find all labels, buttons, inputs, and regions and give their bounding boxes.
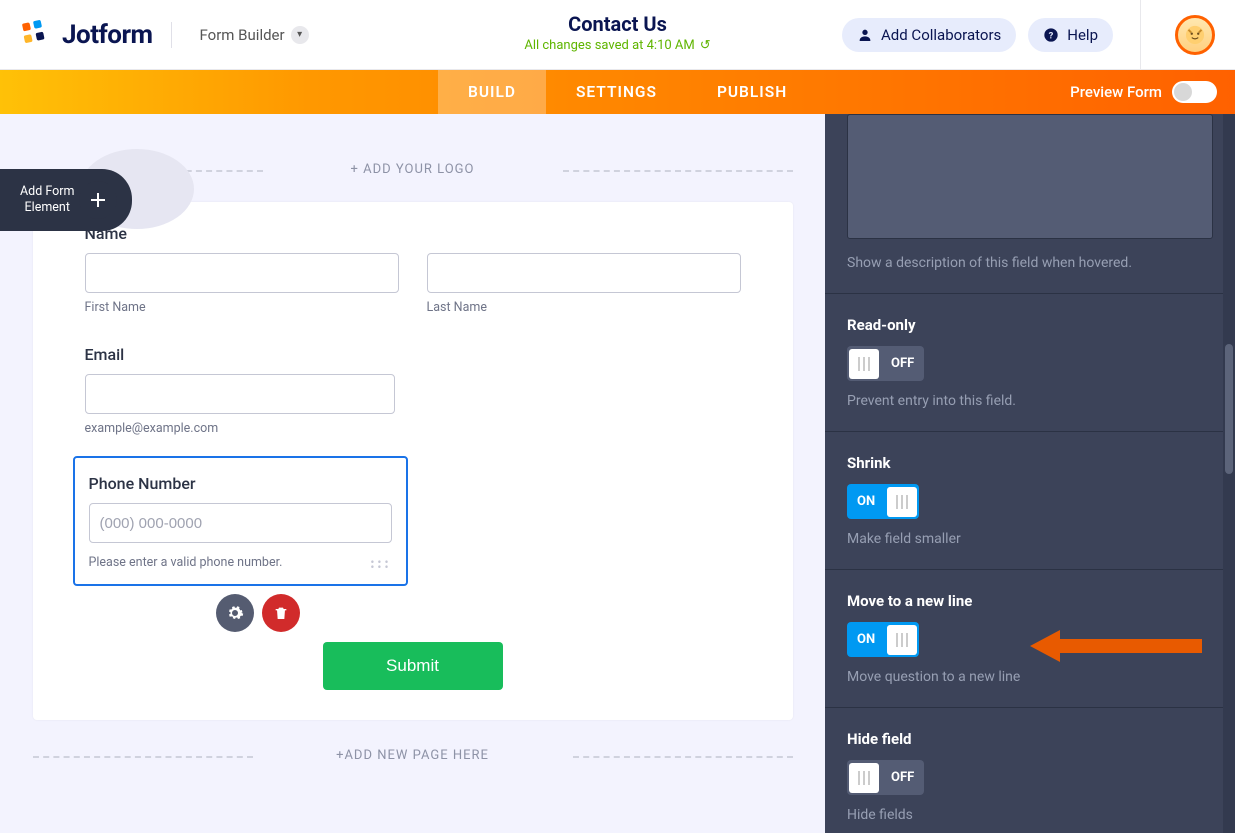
first-name-input[interactable]	[85, 253, 399, 293]
user-icon	[857, 27, 873, 43]
revert-icon[interactable]: ↺	[700, 38, 711, 53]
section-label: Form Builder	[200, 26, 285, 44]
add-elem-text2: Element	[20, 200, 74, 216]
add-form-element-button[interactable]: Add Form Element	[0, 169, 132, 231]
chevron-down-icon: ▾	[291, 26, 309, 44]
help-button[interactable]: ? Help	[1028, 18, 1113, 52]
desc-hint: Show a description of this field when ho…	[847, 255, 1213, 271]
newline-state: ON	[847, 632, 885, 647]
phone-input[interactable]	[89, 503, 392, 543]
section-selector[interactable]: Form Builder ▾	[190, 20, 319, 50]
readonly-title: Read-only	[847, 316, 1213, 334]
svg-text:?: ?	[1049, 30, 1054, 41]
email-input[interactable]	[85, 374, 395, 414]
tab-publish[interactable]: PUBLISH	[687, 70, 817, 114]
shrink-hint: Make field smaller	[847, 531, 1213, 547]
divider	[171, 22, 172, 48]
jotform-logo-icon	[20, 18, 54, 52]
form-title[interactable]: Contact Us	[524, 12, 710, 36]
prop-shrink: Shrink ON Make field smaller	[825, 431, 1235, 547]
trash-icon	[273, 605, 289, 621]
newline-toggle[interactable]: ON	[847, 622, 919, 657]
newline-title: Move to a new line	[847, 592, 1213, 610]
form-title-area: Contact Us All changes saved at 4:10 AM …	[524, 12, 710, 53]
add-new-page[interactable]: +ADD NEW PAGE HERE	[33, 748, 793, 763]
first-name-sublabel: First Name	[85, 300, 399, 315]
hide-title: Hide field	[847, 730, 1213, 748]
email-hint: example@example.com	[85, 421, 741, 436]
shrink-toggle[interactable]: ON	[847, 484, 919, 519]
divider	[1140, 0, 1141, 70]
help-label: Help	[1067, 26, 1098, 44]
scrollbar-thumb[interactable]	[1225, 344, 1233, 474]
add-collaborators-button[interactable]: Add Collaborators	[842, 18, 1016, 52]
hover-description-textarea[interactable]	[847, 114, 1213, 239]
add-elem-text1: Add Form	[20, 184, 74, 200]
hide-hint: Hide fields	[847, 807, 1213, 823]
brand-name: Jotform	[62, 20, 153, 50]
drag-handle-icon[interactable]: ••• •••	[370, 560, 391, 570]
phone-label: Phone Number	[89, 474, 392, 493]
newline-hint: Move question to a new line	[847, 669, 1213, 685]
preview-toggle[interactable]	[1172, 81, 1217, 103]
top-header: Jotform Form Builder ▾ Contact Us All ch…	[0, 0, 1235, 70]
shrink-state: ON	[847, 494, 885, 509]
readonly-hint: Prevent entry into this field.	[847, 393, 1213, 409]
readonly-toggle[interactable]: OFF	[847, 346, 924, 381]
hide-state: OFF	[881, 770, 924, 785]
avatar[interactable]	[1175, 15, 1215, 55]
phone-field-selected[interactable]: Phone Number Please enter a valid phone …	[73, 456, 408, 586]
tab-settings[interactable]: SETTINGS	[546, 70, 687, 114]
readonly-state: OFF	[881, 356, 924, 371]
brand-logo[interactable]: Jotform	[20, 18, 153, 52]
gear-icon	[226, 604, 244, 622]
tab-bar: BUILD SETTINGS PUBLISH Preview Form	[0, 70, 1235, 114]
form-card: Name First Name Last Name Email	[33, 202, 793, 720]
phone-hint: Please enter a valid phone number.	[89, 555, 392, 570]
email-field[interactable]: Email example@example.com	[33, 323, 793, 444]
collab-label: Add Collaborators	[881, 26, 1001, 44]
name-label: Name	[85, 224, 741, 243]
plus-icon	[79, 181, 117, 219]
last-name-sublabel: Last Name	[427, 300, 741, 315]
submit-button[interactable]: Submit	[323, 642, 503, 690]
preview-label: Preview Form	[1070, 83, 1162, 101]
properties-panel: Show a description of this field when ho…	[825, 114, 1235, 833]
prop-readonly: Read-only OFF Prevent entry into this fi…	[825, 293, 1235, 409]
hide-toggle[interactable]: OFF	[847, 760, 924, 795]
email-label: Email	[85, 345, 741, 364]
field-settings-button[interactable]	[216, 594, 254, 632]
tab-build[interactable]: BUILD	[438, 70, 546, 114]
scrollbar-track[interactable]	[1223, 114, 1235, 833]
shrink-title: Shrink	[847, 454, 1213, 472]
prop-hide: Hide field OFF Hide fields	[825, 707, 1235, 823]
save-status: All changes saved at 4:10 AM ↺	[524, 38, 710, 53]
field-delete-button[interactable]	[262, 594, 300, 632]
last-name-input[interactable]	[427, 253, 741, 293]
prop-newline: Move to a new line ON Move question to a…	[825, 569, 1235, 685]
canvas: Add Form Element + ADD YOUR LOGO Name Fi…	[0, 114, 825, 833]
question-icon: ?	[1043, 27, 1059, 43]
avatar-icon	[1182, 22, 1208, 48]
save-status-text: All changes saved at 4:10 AM	[524, 38, 694, 53]
